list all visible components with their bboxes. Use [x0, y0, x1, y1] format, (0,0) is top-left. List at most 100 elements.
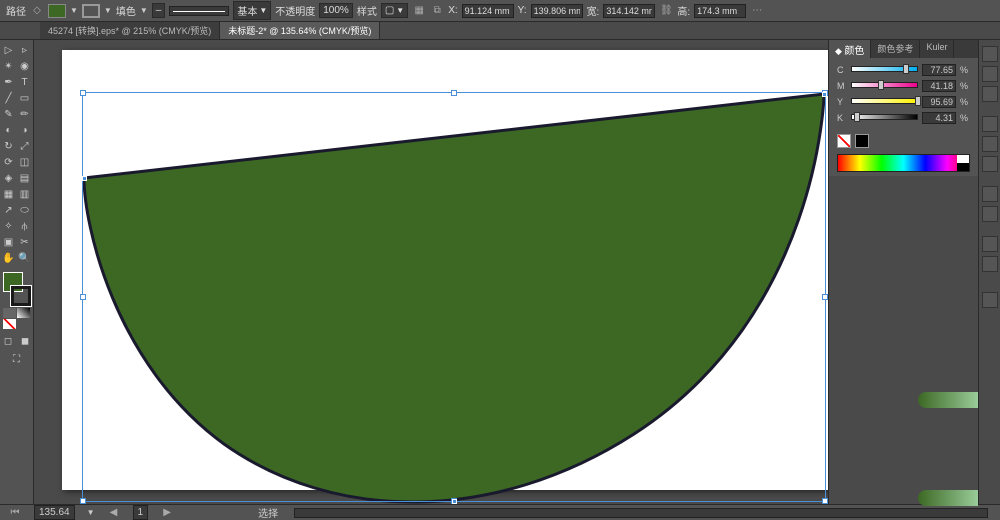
- stroke-preview[interactable]: [169, 6, 229, 16]
- yellow-value[interactable]: 95.69: [922, 96, 956, 108]
- dock-graphic-styles-icon[interactable]: [982, 206, 998, 222]
- scale-tool[interactable]: ⤢: [17, 138, 33, 154]
- handle-left-mid[interactable]: [80, 294, 86, 300]
- mode-none[interactable]: [3, 319, 16, 329]
- blob-brush-tool[interactable]: ◐: [1, 122, 17, 138]
- graph-tool[interactable]: ⫛: [17, 218, 33, 234]
- dock-align-icon[interactable]: [982, 292, 998, 308]
- tab-document-1[interactable]: 45274 [转换].eps* @ 215% (CMYK/预览): [40, 22, 220, 39]
- perspective-tool[interactable]: ▤: [17, 170, 33, 186]
- canvas[interactable]: [34, 40, 828, 504]
- first-artboard-icon[interactable]: ⏮: [8, 506, 22, 520]
- artboard-nav-field[interactable]: 1: [133, 505, 149, 520]
- magenta-slider[interactable]: [851, 82, 918, 90]
- gradient-tool[interactable]: ▥: [17, 186, 33, 202]
- pencil-tool[interactable]: ✏: [17, 106, 33, 122]
- style-dropdown[interactable]: ▢ ▼: [381, 3, 408, 18]
- handle-top-mid[interactable]: [451, 90, 457, 96]
- dock-symbols-icon[interactable]: [982, 86, 998, 102]
- magenta-value[interactable]: 41.18: [922, 80, 956, 92]
- handle-bot-left[interactable]: [80, 498, 86, 504]
- black-value[interactable]: 4.31: [922, 112, 956, 124]
- more-icon[interactable]: ⋯: [750, 4, 764, 18]
- blend-tool[interactable]: ⬭: [17, 202, 33, 218]
- next-artboard-icon[interactable]: ▶: [160, 506, 174, 520]
- x-field[interactable]: [462, 4, 514, 18]
- panel-tab-color-guide[interactable]: 颜色参考: [871, 40, 920, 58]
- black-slider[interactable]: [851, 114, 918, 122]
- stroke-weight-field[interactable]: –: [152, 3, 166, 18]
- zoom-field[interactable]: 135.64: [34, 505, 75, 520]
- draw-normal-icon[interactable]: ◻: [0, 333, 16, 349]
- fill-stroke-indicator[interactable]: [3, 272, 31, 306]
- panel-tab-color[interactable]: ◆ 颜色: [829, 40, 871, 58]
- dock-artboards-icon[interactable]: [982, 256, 998, 272]
- panel-tab-kuler[interactable]: Kuler: [920, 40, 954, 58]
- black-swatch[interactable]: [855, 134, 869, 148]
- floating-tab-1[interactable]: [918, 392, 978, 408]
- h-field[interactable]: [694, 4, 746, 18]
- handle-bot-right[interactable]: [822, 498, 828, 504]
- dock-transparency-icon[interactable]: [982, 156, 998, 172]
- zoom-dropdown-icon[interactable]: ▼: [87, 508, 95, 517]
- handle-right-mid[interactable]: [822, 294, 828, 300]
- symbol-sprayer-tool[interactable]: ✧: [1, 218, 17, 234]
- paintbrush-tool[interactable]: ✎: [1, 106, 17, 122]
- tab-document-2[interactable]: 未标题-2* @ 135.64% (CMYK/预览): [220, 22, 380, 39]
- yellow-slider[interactable]: [851, 98, 918, 106]
- shape-builder-tool[interactable]: ◈: [1, 170, 17, 186]
- anchor-point[interactable]: [452, 499, 457, 504]
- horizontal-scrollbar[interactable]: [294, 508, 988, 518]
- dock-stroke-icon[interactable]: [982, 116, 998, 132]
- anchor-point[interactable]: [822, 92, 827, 97]
- free-transform-tool[interactable]: ◫: [17, 154, 33, 170]
- width-tool[interactable]: ⟳: [1, 154, 17, 170]
- dock-swatches-icon[interactable]: [982, 46, 998, 62]
- stroke-color[interactable]: [11, 286, 31, 306]
- opacity-field[interactable]: 100%: [319, 3, 353, 18]
- draw-behind-icon[interactable]: ◼: [17, 333, 33, 349]
- stroke-swatch[interactable]: [82, 4, 100, 18]
- selection-tool[interactable]: ▷: [1, 42, 17, 58]
- fill-swatch[interactable]: [48, 4, 66, 18]
- fill-dropdown-icon[interactable]: ▼: [70, 6, 78, 15]
- cyan-slider[interactable]: [851, 66, 918, 74]
- direct-selection-tool[interactable]: ▹: [17, 42, 33, 58]
- cyan-value[interactable]: 77.65: [922, 64, 956, 76]
- artboard-tool[interactable]: ▣: [1, 234, 17, 250]
- screen-mode-button[interactable]: ⛶: [9, 351, 25, 367]
- chevron-down-icon[interactable]: ▼: [140, 6, 148, 15]
- floating-tab-2[interactable]: [918, 490, 978, 506]
- stroke-dropdown-icon[interactable]: ▼: [104, 6, 112, 15]
- mode-gradient[interactable]: [17, 308, 30, 318]
- dock-gradient-icon[interactable]: [982, 136, 998, 152]
- dock-appearance-icon[interactable]: [982, 186, 998, 202]
- rectangle-tool[interactable]: ▭: [17, 90, 33, 106]
- rotate-tool[interactable]: ↻: [1, 138, 17, 154]
- type-tool[interactable]: T: [17, 74, 33, 90]
- anchor-point[interactable]: [82, 176, 87, 181]
- transform-icon[interactable]: ⧉: [430, 4, 444, 18]
- mesh-tool[interactable]: ▦: [1, 186, 17, 202]
- w-field[interactable]: [603, 4, 655, 18]
- y-field[interactable]: [531, 4, 583, 18]
- pen-tool[interactable]: ✒: [1, 74, 17, 90]
- lasso-tool[interactable]: ◉: [17, 58, 33, 74]
- link-wh-icon[interactable]: ⛓: [659, 4, 673, 18]
- eyedropper-tool[interactable]: ↗: [1, 202, 17, 218]
- prev-artboard-icon[interactable]: ◀: [107, 506, 121, 520]
- zoom-tool[interactable]: 🔍: [17, 250, 33, 266]
- dock-layers-icon[interactable]: [982, 236, 998, 252]
- slice-tool[interactable]: ✂: [17, 234, 33, 250]
- anchor-icon[interactable]: ◇: [30, 4, 44, 18]
- line-tool[interactable]: ╱: [1, 90, 17, 106]
- mode-color[interactable]: [3, 308, 16, 318]
- color-spectrum[interactable]: [837, 154, 970, 172]
- brush-style-dropdown[interactable]: 基本 ▼: [233, 1, 271, 20]
- magic-wand-tool[interactable]: ✴: [1, 58, 17, 74]
- eraser-tool[interactable]: ◑: [17, 122, 33, 138]
- none-swatch[interactable]: [837, 134, 851, 148]
- align-icon[interactable]: ▦: [412, 4, 426, 18]
- handle-top-left[interactable]: [80, 90, 86, 96]
- hand-tool[interactable]: ✋: [1, 250, 17, 266]
